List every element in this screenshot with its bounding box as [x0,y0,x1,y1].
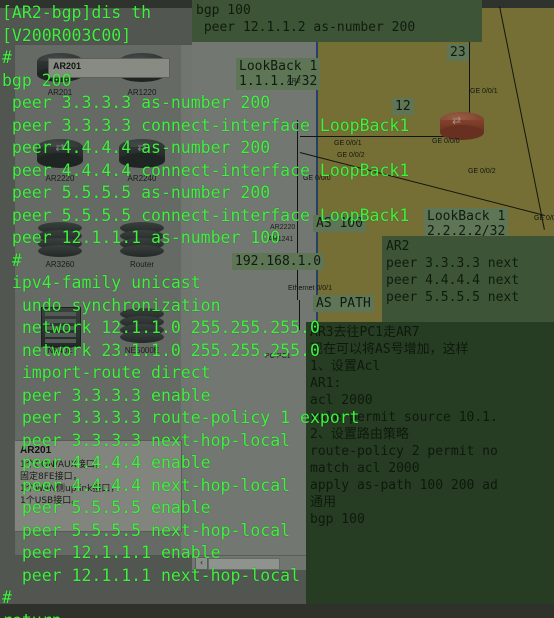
terminal-overlay-tint [0,0,554,618]
screenshot-root: ⇄AR201⇄AR1220⇄AR2220⇄AR2240AR3260RouterN… [0,0,554,618]
